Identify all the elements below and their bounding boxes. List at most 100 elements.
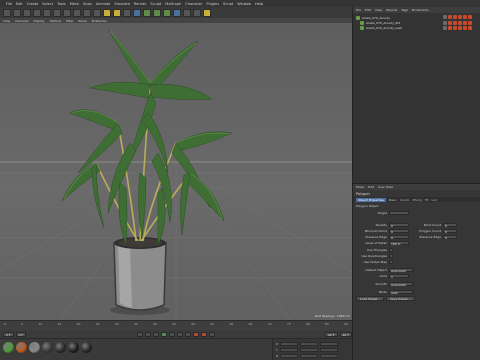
visibility-icon[interactable] [443, 15, 447, 19]
level-of-detail-field[interactable]: 100 % [389, 240, 409, 246]
material-swatch[interactable] [81, 342, 92, 353]
go-to-end-icon[interactable] [184, 331, 191, 337]
density-field[interactable]: 0 [389, 222, 409, 228]
play-icon[interactable] [160, 331, 167, 337]
material-swatch[interactable] [29, 342, 40, 353]
coord-field[interactable] [320, 342, 339, 346]
use-quadrangles-checkbox[interactable] [389, 253, 393, 258]
light-icon[interactable] [203, 8, 211, 17]
redo-icon[interactable] [13, 8, 21, 17]
material-tag-icon[interactable] [468, 26, 472, 30]
material-tag-icon[interactable] [453, 21, 457, 25]
use-triangles-checkbox[interactable] [389, 247, 393, 252]
menu-item[interactable]: MoGraph [165, 2, 181, 6]
material-swatch[interactable] [16, 342, 27, 353]
menu-item[interactable]: Tools [57, 2, 66, 6]
coord-field[interactable] [280, 342, 299, 346]
menu-item[interactable]: Animate [96, 2, 111, 6]
keyframe-selection-icon[interactable] [208, 331, 215, 337]
viewport-menu-item[interactable]: Options [50, 19, 62, 23]
menu-item[interactable]: Simulate [114, 2, 129, 6]
visibility-icon[interactable] [443, 26, 447, 30]
render-view-icon[interactable] [103, 8, 111, 17]
menu-item[interactable]: File [6, 2, 12, 6]
z-axis-icon[interactable] [83, 8, 91, 17]
coord-field[interactable] [319, 348, 338, 352]
menu-item[interactable]: Edit [16, 2, 23, 6]
attribute-subtab[interactable]: Phong [413, 198, 422, 202]
render-settings-icon[interactable] [123, 8, 131, 17]
scale-icon[interactable] [43, 8, 51, 17]
material-swatch[interactable] [3, 342, 14, 353]
coord-field[interactable] [279, 348, 298, 352]
coord-field[interactable] [299, 348, 318, 352]
save-preset-button[interactable]: Save Preset... [386, 296, 415, 301]
load-preset-button[interactable]: Load Preset... [356, 296, 385, 301]
menu-item[interactable]: Sculpt [150, 2, 161, 6]
object-manager-menu-item[interactable]: Edit [365, 8, 371, 12]
cube-icon[interactable] [133, 8, 141, 17]
coord-field[interactable] [280, 354, 299, 358]
material-tag-icon[interactable] [463, 26, 467, 30]
menu-item[interactable]: Snap [83, 2, 92, 6]
attribute-menu-item[interactable]: Mode [356, 185, 364, 189]
coord-field[interactable] [300, 354, 319, 358]
viewport-menu-item[interactable]: Panel [79, 19, 87, 23]
attribute-subtab[interactable]: Object Properties [356, 197, 386, 202]
menu-item[interactable]: Script [223, 2, 233, 6]
viewport-menu-item[interactable]: Cameras [15, 19, 28, 23]
menu-item[interactable]: Mesh [70, 2, 79, 6]
go-to-start-icon[interactable] [136, 331, 143, 337]
preserve-edge-right-field[interactable]: 0 [443, 234, 457, 240]
current-frame-field[interactable]: 0 F [15, 331, 27, 337]
attribute-subtab[interactable]: Coord. [400, 198, 410, 202]
object-manager-menu-item[interactable]: File [356, 8, 361, 12]
floor-icon[interactable] [183, 8, 191, 17]
material-tag-icon[interactable] [453, 26, 457, 30]
object-manager-menu-item[interactable]: View [375, 8, 382, 12]
autokey-icon[interactable] [200, 331, 207, 337]
object-manager-menu-item[interactable]: Bookmarks [412, 8, 429, 12]
x-axis-icon[interactable] [63, 8, 71, 17]
menu-item[interactable]: Help [255, 2, 263, 6]
menu-item[interactable]: Create [27, 2, 39, 6]
menu-item[interactable]: Plugins [206, 2, 219, 6]
limit-field[interactable]: 1 [389, 273, 409, 279]
viewport-menu-item[interactable]: Display [33, 19, 44, 23]
point-count-field[interactable]: 0 [443, 222, 457, 228]
spline-pen-icon[interactable] [143, 8, 151, 17]
material-tag-icon[interactable] [458, 21, 462, 25]
max-frame-field[interactable]: 90 F [339, 331, 352, 337]
preserve-edge-field[interactable]: 0 [389, 234, 409, 240]
move-icon[interactable] [33, 8, 41, 17]
render-picture-icon[interactable] [113, 8, 121, 17]
live-select-icon[interactable] [23, 8, 31, 17]
minimum-point-field[interactable]: 0 [389, 228, 409, 234]
deformer-icon[interactable] [173, 8, 181, 17]
end-frame-field[interactable]: 90 F [325, 331, 338, 337]
material-swatch[interactable] [68, 342, 79, 353]
coord-field[interactable] [300, 342, 319, 346]
attribute-menu-item[interactable]: User Data [378, 185, 393, 189]
material-tag-icon[interactable] [468, 15, 472, 19]
material-tag-icon[interactable] [468, 21, 472, 25]
camera-icon[interactable] [193, 8, 201, 17]
material-tag-icon[interactable] [463, 21, 467, 25]
material-tag-icon[interactable] [453, 15, 457, 19]
attribute-subtab[interactable]: Fit [425, 198, 429, 202]
subdivision-icon[interactable] [153, 8, 161, 17]
material-tag-icon[interactable] [458, 26, 462, 30]
material-tag-icon[interactable] [458, 15, 462, 19]
material-tag-icon[interactable] [463, 15, 467, 19]
object-manager-menu-item[interactable]: Tags [401, 8, 408, 12]
attribute-subtab[interactable]: Lod [432, 198, 437, 202]
coord-system-icon[interactable] [93, 8, 101, 17]
menu-item[interactable]: Select [42, 2, 53, 6]
coord-field[interactable] [320, 354, 339, 358]
attribute-subtab[interactable]: Basic [389, 198, 397, 202]
attribute-menu-item[interactable]: Edit [368, 185, 374, 189]
mode-dropdown[interactable]: Auto [389, 289, 413, 295]
next-key-icon[interactable] [176, 331, 183, 337]
visibility-icon[interactable] [443, 21, 447, 25]
material-tag-icon[interactable] [448, 21, 452, 25]
